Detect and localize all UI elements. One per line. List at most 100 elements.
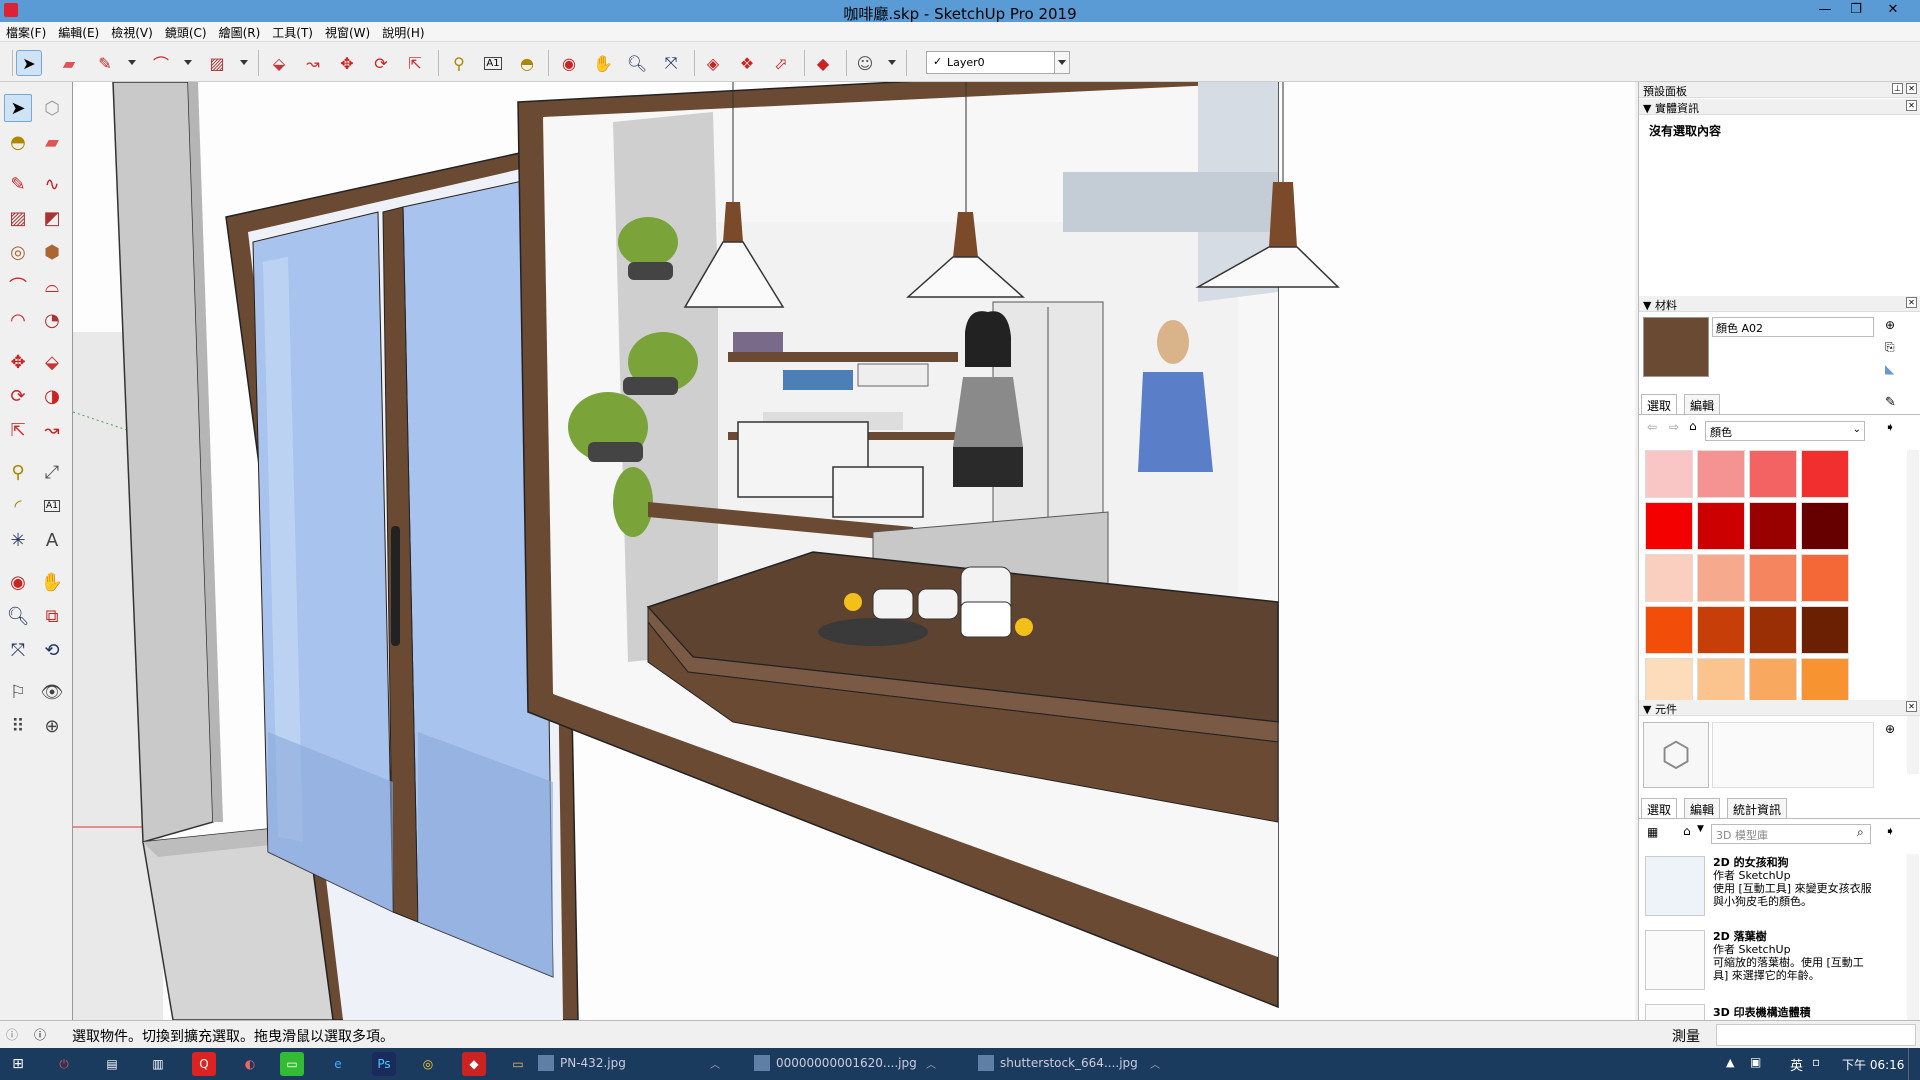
follow-me-tool[interactable]: ◑ <box>38 382 66 410</box>
two-point-arc-tool[interactable]: ⌓ <box>38 272 66 300</box>
three-point-arc-tool[interactable]: ◠ <box>4 306 32 334</box>
zoom-button[interactable]: 🔍︎ <box>624 50 650 76</box>
color-swatch[interactable] <box>1801 554 1849 602</box>
extension-warehouse-button[interactable]: ◆ <box>810 50 836 76</box>
warehouse-button[interactable]: ◈ <box>700 50 726 76</box>
component-thumbnail[interactable] <box>1645 1004 1705 1020</box>
dimension-tool[interactable]: ⤢ <box>38 458 66 486</box>
restore-button[interactable]: ❐ <box>1843 1 1869 19</box>
chrome-icon[interactable]: ◎ <box>416 1052 440 1076</box>
components-header[interactable]: ▼ 元件 ✕ <box>1639 700 1920 716</box>
color-swatch[interactable] <box>1645 658 1693 706</box>
component-list-scrollbar[interactable] <box>1907 854 1919 1020</box>
components-tab-select[interactable]: 選取 <box>1641 798 1678 818</box>
freehand-tool[interactable]: ∿ <box>38 170 66 198</box>
chevron-down-icon[interactable]: ▼ <box>1697 824 1704 834</box>
line-chat-icon[interactable]: ▭ <box>280 1052 304 1076</box>
color-swatch[interactable] <box>1697 502 1745 550</box>
photoshop-icon[interactable]: Ps <box>372 1052 396 1076</box>
power-icon[interactable]: ⏻ <box>52 1052 76 1076</box>
color-swatch[interactable] <box>1749 606 1797 654</box>
taskbar-window[interactable]: shutterstock_664....jpg ︿ <box>964 1048 1160 1080</box>
component-search-input[interactable]: 3D 模型庫 <box>1711 824 1871 844</box>
close-icon[interactable]: ✕ <box>1906 701 1917 712</box>
materials-tab-edit[interactable]: 編輯 <box>1684 394 1721 414</box>
polygon-tool[interactable]: ⬢ <box>38 238 66 266</box>
orbit-tool[interactable]: ◉ <box>4 568 32 596</box>
move-tool[interactable]: ✥ <box>4 348 32 376</box>
account-button[interactable]: ☺ <box>852 50 878 76</box>
list-item[interactable]: 2D 落葉樹 作者 SketchUp 可縮放的落葉樹。使用 [互動工 具] 來選… <box>1713 930 1864 982</box>
color-swatch[interactable] <box>1801 606 1849 654</box>
close-icon[interactable]: ✕ <box>1906 100 1917 111</box>
position-camera-tool[interactable]: ⚐ <box>4 678 32 706</box>
q-app-icon[interactable]: Q <box>192 1052 216 1076</box>
paint-bucket-button[interactable]: ◓ <box>514 50 540 76</box>
menu-camera[interactable]: 鏡頭(C) <box>159 22 213 42</box>
3d-text-tool[interactable]: A <box>38 526 66 554</box>
color-swatch[interactable] <box>1801 450 1849 498</box>
color-swatch[interactable] <box>1645 502 1693 550</box>
scale-tool[interactable]: ⇱ <box>4 416 32 444</box>
arc-tool[interactable]: ⌒ <box>4 272 32 300</box>
pan-button[interactable]: ✋ <box>590 50 616 76</box>
arc-tool-button[interactable]: ⌒ <box>148 50 174 76</box>
component-thumbnail[interactable] <box>1645 856 1705 916</box>
measurements-input[interactable] <box>1716 1024 1916 1046</box>
color-swatch[interactable] <box>1645 554 1693 602</box>
network-icon[interactable]: ▣ <box>1750 1055 1761 1069</box>
cafe-model-scene[interactable] <box>73 82 1635 1020</box>
menu-edit[interactable]: 編輯(E) <box>52 22 105 42</box>
geolocation-icon[interactable]: ⓘ <box>6 1026 18 1043</box>
pan-tool[interactable]: ✋ <box>38 568 66 596</box>
sketch-app-icon[interactable]: ◐ <box>238 1052 262 1076</box>
zoom-tool[interactable]: 🔍︎ <box>4 602 32 630</box>
rotate-button[interactable]: ⟳ <box>368 50 394 76</box>
color-swatch[interactable] <box>1749 502 1797 550</box>
menu-view[interactable]: 檢視(V) <box>105 22 159 42</box>
component-options-icon[interactable]: ⊕ <box>1885 722 1895 736</box>
eraser-tool[interactable]: ▰ <box>38 128 66 156</box>
color-swatch[interactable] <box>1697 658 1745 706</box>
color-swatch[interactable] <box>1697 554 1745 602</box>
notification-icon[interactable]: ▫ <box>1812 1055 1820 1069</box>
account-dropdown[interactable] <box>888 60 896 65</box>
components-tab-statistics[interactable]: 統計資訊 <box>1727 798 1788 818</box>
select-tool[interactable]: ➤ <box>4 94 32 122</box>
info-icon[interactable]: ⓘ <box>34 1026 46 1043</box>
rotated-rectangle-tool[interactable]: ◩ <box>38 204 66 232</box>
select-tool-button[interactable]: ➤ <box>16 50 42 76</box>
materials-tab-select[interactable]: 選取 <box>1641 394 1678 414</box>
swatch-scrollbar[interactable] <box>1907 450 1919 774</box>
tape-measure-tool[interactable]: ⚲ <box>4 458 32 486</box>
zoom-extents-tool[interactable]: ⤧ <box>4 636 32 664</box>
text-tool-button[interactable]: A1 <box>480 50 506 76</box>
color-swatch[interactable] <box>1749 450 1797 498</box>
edge-browser-icon[interactable]: e <box>326 1052 350 1076</box>
eyedropper-icon[interactable]: ✎ <box>1885 395 1896 410</box>
home-icon[interactable]: ⌂ <box>1689 419 1697 433</box>
components-button[interactable]: ❖ <box>734 50 760 76</box>
taskbar-clock[interactable]: 下午 06:16 <box>1842 1056 1904 1073</box>
view-options-icon[interactable]: ▦ <box>1647 825 1658 839</box>
back-arrow-icon[interactable]: ⇦ <box>1647 420 1657 434</box>
zoom-window-tool[interactable]: ⧉ <box>38 602 66 630</box>
color-swatch[interactable] <box>1801 502 1849 550</box>
circle-tool[interactable]: ◎ <box>4 238 32 266</box>
push-pull-button[interactable]: ⬙ <box>266 50 292 76</box>
walk-tool[interactable]: ⠿ <box>4 712 32 740</box>
menu-draw[interactable]: 繪圖(R) <box>213 22 267 42</box>
color-swatch[interactable] <box>1749 658 1797 706</box>
share-model-button[interactable]: ⬀ <box>768 50 794 76</box>
text-tool[interactable]: A1 <box>38 492 66 520</box>
color-swatch[interactable] <box>1801 658 1849 706</box>
show-desktop-button[interactable] <box>1908 1048 1920 1080</box>
close-button[interactable]: ✕ <box>1880 1 1906 19</box>
component-name[interactable]: 3D 印表機構造體積 <box>1713 1004 1811 1020</box>
close-icon[interactable]: ✕ <box>1906 297 1917 308</box>
input-method-indicator[interactable]: 英 <box>1790 1055 1803 1074</box>
previous-view-tool[interactable]: ⟲ <box>38 636 66 664</box>
color-swatch[interactable] <box>1749 554 1797 602</box>
close-icon[interactable]: ✕ <box>1906 83 1917 94</box>
line-tools-dropdown[interactable] <box>128 60 136 65</box>
